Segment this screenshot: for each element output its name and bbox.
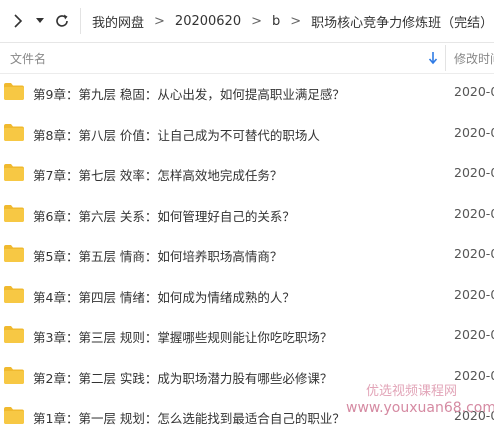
breadcrumb-item-current[interactable]: 职场核心竞争力修炼班（完结） [311,12,493,31]
file-row[interactable]: 第9章：第九层 稳固：从心出发，如何提高职业满足感？ 2020-0 [0,73,494,113]
file-name[interactable]: 第9章：第九层 稳固：从心出发，如何提高职业满足感？ [33,84,345,103]
file-name[interactable]: 第8章：第八层 价值：让自己成为不可替代的职场人 [33,125,320,144]
folder-icon [4,326,24,343]
column-header-name[interactable]: 文件名 [10,50,46,67]
watermark: 优选视频课程网 www.youxuan68.com [318,380,494,434]
folder-icon [4,204,24,222]
folder-icon [4,285,24,303]
file-modified-date: 2020-0 [454,84,494,99]
folder-icon [4,123,24,141]
folder-icon [4,407,24,424]
file-row[interactable]: 第5章：第五层 情商：如何培养职场高情商？ 2020-0 [0,235,494,275]
breadcrumb: 我的网盘 > 20200620 > b > 职场核心竞争力修炼班（完结） [92,0,493,42]
file-modified-date: 2020-0 [454,124,494,140]
file-modified-date: 2020-0 [454,327,494,342]
file-modified-date: 2020-0 [454,246,494,261]
breadcrumb-item-b[interactable]: b [272,14,280,29]
file-name[interactable]: 第1章：第一层 规划：怎么选能找到最适合自己的职业？ [33,408,345,427]
folder-icon [4,366,24,384]
column-header: 文件名 修改时间 [0,43,494,74]
file-modified-date: 2020-0 [454,165,494,180]
watermark-url: www.youxuan68.com [346,400,494,416]
breadcrumb-item-date[interactable]: 20200620 [175,14,241,29]
file-row[interactable]: 第3章：第三层 规则：掌握哪些规则能让你吃吃职场？ 2020-0 [0,316,494,356]
file-name[interactable]: 第6章：第六层 关系：如何管理好自己的关系？ [33,206,295,225]
folder-icon [4,83,24,100]
file-row[interactable]: 第4章：第四层 情绪：如何成为情绪成熟的人？ 2020-0 [0,276,494,316]
file-name[interactable]: 第3章：第三层 规则：掌握哪些规则能让你吃吃职场？ [33,327,332,346]
refresh-icon[interactable] [52,9,72,33]
caret-down-icon[interactable] [34,9,46,33]
folder-icon [4,164,24,181]
file-row[interactable]: 第7章：第七层 效率：怎样高效地完成任务？ 2020-0 [0,154,494,194]
breadcrumb-item-root[interactable]: 我的网盘 [92,12,144,31]
file-name[interactable]: 第5章：第五层 情商：如何培养职场高情商？ [33,246,282,265]
file-name[interactable]: 第4章：第四层 情绪：如何成为情绪成熟的人？ [33,287,295,306]
toolbar: 我的网盘 > 20200620 > b > 职场核心竞争力修炼班（完结） [0,0,494,43]
file-row[interactable]: 第6章：第六层 关系：如何管理好自己的关系？ 2020-0 [0,195,494,235]
breadcrumb-separator: > [290,13,302,29]
watermark-title: 优选视频课程网 [366,384,458,399]
chevron-right-icon[interactable] [8,9,28,33]
column-divider [445,45,446,71]
breadcrumb-separator: > [154,13,165,29]
folder-icon [4,245,24,262]
column-header-modified[interactable]: 修改时间 [454,50,494,67]
file-modified-date: 2020-0 [454,286,494,302]
file-name[interactable]: 第2章：第二层 实践：成为职场潜力股有哪些必修课？ [33,368,332,387]
arrow-down-icon[interactable] [428,50,438,69]
file-row[interactable]: 第8章：第八层 价值：让自己成为不可替代的职场人 2020-0 [0,114,494,154]
file-modified-date: 2020-0 [454,205,494,221]
toolbar-divider [80,8,81,34]
file-name[interactable]: 第7章：第七层 效率：怎样高效地完成任务？ [33,165,282,184]
breadcrumb-separator: > [251,13,262,29]
